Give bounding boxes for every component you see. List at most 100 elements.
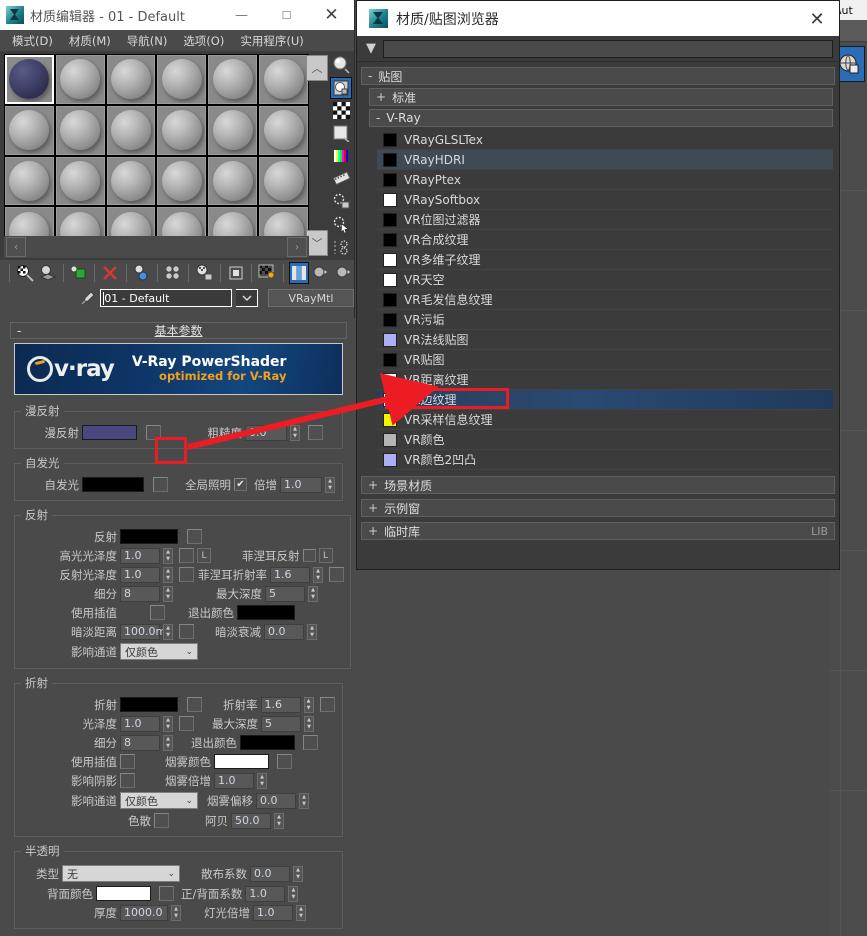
refl-subdivs-spinner[interactable]: ▲ ▼ <box>163 585 173 602</box>
refl-subdivs-input[interactable]: 8 <box>120 585 160 602</box>
refraction-color-swatch[interactable] <box>120 697 178 712</box>
fresnel-lock-button[interactable]: L <box>318 548 333 563</box>
refr-maxdepth-spinner[interactable]: ▲ ▼ <box>304 715 314 732</box>
refr-exit-color-map-button[interactable] <box>303 735 318 750</box>
sample-slot[interactable] <box>5 156 54 206</box>
sample-type-sphere-button[interactable] <box>330 54 352 76</box>
sample-slot[interactable] <box>55 156 105 206</box>
browser-map-item[interactable]: VRayPtex <box>377 170 833 190</box>
sample-slot-active[interactable] <box>5 55 54 104</box>
back-color-swatch[interactable] <box>96 886 151 901</box>
sample-slot[interactable] <box>106 105 156 155</box>
get-material-button[interactable] <box>15 262 35 284</box>
ior-input[interactable]: 1.6 <box>260 696 301 713</box>
pick-material-from-object-icon[interactable] <box>80 289 96 307</box>
go-to-parent-button[interactable] <box>288 262 310 284</box>
dispersion-checkbox[interactable] <box>154 813 169 828</box>
material-type-button[interactable]: VRayMtl <box>267 289 354 307</box>
maximize-button[interactable]: ☐ <box>264 0 309 30</box>
roughness-map-button[interactable] <box>308 425 323 440</box>
backlight-toggle-button[interactable] <box>330 76 352 99</box>
abbe-spinner[interactable]: ▲ ▼ <box>274 812 284 829</box>
fresnel-ior-spinner[interactable]: ▲ ▼ <box>313 566 323 583</box>
rollout-basic-parameters[interactable]: - 基本参数 <box>10 322 347 339</box>
browser-map-item[interactable]: VR合成纹理 <box>377 230 833 250</box>
make-unique-button[interactable] <box>163 262 183 284</box>
video-color-check-button[interactable] <box>330 145 352 167</box>
browser-map-item[interactable]: VR采样信息纹理 <box>377 410 833 430</box>
sample-slot[interactable] <box>157 55 207 104</box>
refl-gloss-map-button[interactable] <box>179 567 194 582</box>
sample-slot[interactable] <box>106 156 156 206</box>
sample-slot[interactable] <box>208 55 258 104</box>
refl-exit-color-swatch[interactable] <box>237 605 295 620</box>
material-name-input[interactable]: 01 - Default <box>100 289 233 307</box>
light-mult-spinner[interactable]: ▲ ▼ <box>296 904 306 921</box>
browser-map-item[interactable]: VR污垢 <box>377 310 833 330</box>
fb-coeff-input[interactable]: 1.0 <box>245 885 286 902</box>
fresnel-checkbox[interactable] <box>302 549 316 562</box>
refl-gloss-spinner[interactable]: ▲ ▼ <box>163 566 173 583</box>
material-id-button[interactable] <box>226 262 246 284</box>
show-in-viewport-button[interactable] <box>69 262 89 284</box>
scatter-coeff-input[interactable]: 0.0 <box>250 865 290 882</box>
sample-slot[interactable] <box>259 156 308 206</box>
material-name-dropdown[interactable] <box>236 289 258 307</box>
fog-color-map-button[interactable] <box>277 754 292 769</box>
ior-spinner[interactable]: ▲ ▼ <box>303 696 314 713</box>
filter-icon[interactable]: ▼ <box>363 41 379 56</box>
roughness-spinner[interactable]: ▲ ▼ <box>290 424 300 441</box>
show-end-result-button[interactable] <box>257 262 277 284</box>
refr-interpolation-checkbox[interactable] <box>120 754 135 769</box>
thickness-input[interactable]: 1000.0 <box>120 904 168 921</box>
refr-gloss-input[interactable]: 1.0 <box>120 715 160 732</box>
browser-map-item[interactable]: VRaySoftbox <box>377 190 833 210</box>
hilight-gloss-lock-button[interactable]: L <box>197 548 211 563</box>
make-material-copy-button[interactable] <box>132 262 152 284</box>
translucency-type-select[interactable]: 无 ⌄ <box>62 865 180 882</box>
close-button[interactable]: ✕ <box>309 0 354 30</box>
hilight-gloss-input[interactable]: 1.0 <box>120 547 160 564</box>
slot-scroll-down-button[interactable]: ﹀ <box>306 230 328 256</box>
dim-distance-spinner[interactable]: ▲ ▼ <box>163 623 173 640</box>
put-material-to-scene-button[interactable] <box>37 262 57 284</box>
fog-mult-input[interactable]: 1.0 <box>214 772 254 789</box>
refraction-map-button[interactable] <box>187 697 202 712</box>
thickness-spinner[interactable]: ▲ ▼ <box>171 904 181 921</box>
go-forward-button[interactable] <box>334 262 354 284</box>
sample-slot[interactable] <box>259 55 308 104</box>
slot-next-button[interactable]: › <box>287 237 307 257</box>
browser-section-sample-slots[interactable]: + 示例窗 <box>361 499 835 517</box>
diffuse-color-swatch[interactable] <box>82 425 137 440</box>
refl-channel-select[interactable]: 仅颜色 ⌄ <box>120 643 198 660</box>
gi-checkbox[interactable]: ✔ <box>234 478 247 491</box>
menu-mode[interactable]: 模式(D) <box>4 31 61 51</box>
slot-scroll-up-button[interactable]: ︿ <box>306 55 328 81</box>
reflection-map-button[interactable] <box>187 529 202 544</box>
sample-slot[interactable] <box>106 55 156 104</box>
refr-subdivs-input[interactable]: 8 <box>120 734 160 751</box>
menu-utilities[interactable]: 实用程序(U) <box>232 31 311 51</box>
material-id-channel-button[interactable] <box>330 236 352 258</box>
sample-slot[interactable] <box>259 105 308 155</box>
browser-map-item[interactable]: VR多维子纹理 <box>377 250 833 270</box>
selfillum-mult-spinner[interactable]: ▲ ▼ <box>325 476 335 493</box>
fresnel-ior-map-button[interactable] <box>329 567 344 582</box>
fog-bias-input[interactable]: 0.0 <box>256 792 296 809</box>
browser-map-item[interactable]: VR贴图 <box>377 350 833 370</box>
browser-section-maps[interactable]: - 贴图 <box>361 67 835 85</box>
refr-gloss-map-button[interactable] <box>179 716 194 731</box>
go-forward-to-sibling-button[interactable] <box>311 262 331 284</box>
browser-map-item[interactable]: VR天空 <box>377 270 833 290</box>
refr-subdivs-spinner[interactable]: ▲ ▼ <box>163 734 173 751</box>
dim-distance-checkbox[interactable] <box>179 624 194 639</box>
refr-gloss-spinner[interactable]: ▲ ▼ <box>163 715 173 732</box>
hilight-gloss-map-button[interactable] <box>179 548 194 563</box>
browser-map-item[interactable]: VR颜色2凹凸 <box>377 450 833 470</box>
browser-section-temp-library[interactable]: + 临时库 LIB <box>361 522 835 540</box>
slot-prev-button[interactable]: ‹ <box>6 237 26 257</box>
sample-slot[interactable] <box>55 105 105 155</box>
browser-search-input[interactable] <box>383 39 833 58</box>
menu-material[interactable]: 材质(M) <box>61 31 119 51</box>
roughness-input[interactable]: 0.0 <box>245 424 287 441</box>
